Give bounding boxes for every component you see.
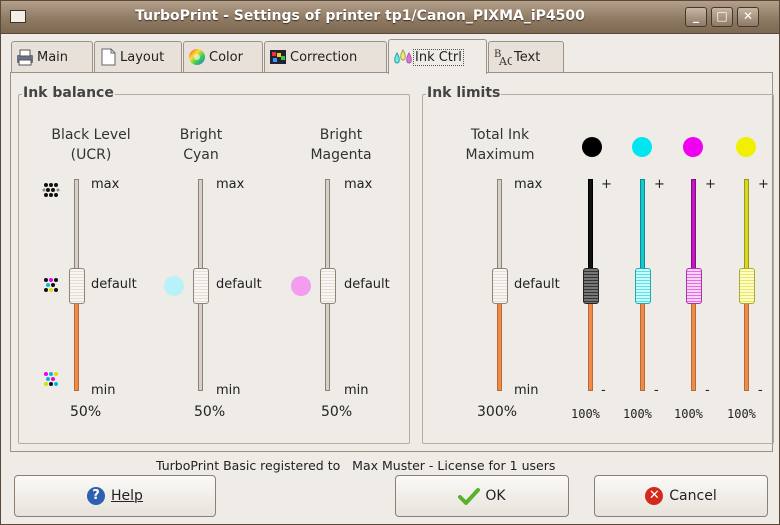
black-ink-plus: + xyxy=(601,177,612,192)
total-ink-value: 300% xyxy=(477,404,518,420)
tab-main-label: Main xyxy=(37,49,69,65)
color-wheel-icon xyxy=(187,47,207,67)
black-ink-dot-icon xyxy=(582,137,602,157)
window-menu-icon[interactable] xyxy=(10,10,26,23)
help-button[interactable]: ? Help xyxy=(14,475,216,517)
help-icon: ? xyxy=(87,487,106,505)
yellow-ink-plus: + xyxy=(758,177,769,192)
tab-color-label: Color xyxy=(209,49,243,65)
cyan-ink-value: 100% xyxy=(623,407,652,421)
black-level-min-label: min xyxy=(91,383,116,398)
cancel-button[interactable]: ✕ Cancel xyxy=(594,475,768,517)
ink-drops-icon xyxy=(392,47,412,67)
maximize-icon[interactable]: □ xyxy=(711,7,733,27)
close-icon[interactable]: ✕ xyxy=(737,7,759,27)
magenta-ink-dot-icon xyxy=(683,137,703,157)
title-bar: TurboPrint - Settings of printer tp1/Can… xyxy=(1,1,779,34)
black-ink-value: 100% xyxy=(571,407,600,421)
total-ink-header: Total Ink Maximum xyxy=(465,127,535,163)
black-level-value: 50% xyxy=(70,404,102,420)
text-icon: B AC xyxy=(492,47,515,68)
tab-ink-ctrl-label: Ink Ctrl xyxy=(413,48,464,66)
bright-magenta-knob[interactable] xyxy=(320,268,336,304)
tab-layout-label: Layout xyxy=(120,49,165,65)
bright-magenta-min-label: min xyxy=(344,383,369,398)
magenta-swatch-icon xyxy=(291,276,311,296)
tab-correction-label: Correction xyxy=(290,49,358,65)
magenta-ink-minus: - xyxy=(705,383,710,398)
yellow-ink-knob[interactable] xyxy=(739,268,755,304)
black-level-min-icon xyxy=(42,370,60,388)
cyan-ink-dot-icon xyxy=(632,137,652,157)
settings-window: TurboPrint - Settings of printer tp1/Can… xyxy=(0,0,780,525)
help-button-label: Help xyxy=(111,488,143,504)
cyan-ink-knob[interactable] xyxy=(635,268,651,304)
window-title: TurboPrint - Settings of printer tp1/Can… xyxy=(135,8,585,24)
tab-text-label: Text xyxy=(514,49,541,65)
bright-magenta-max-label: max xyxy=(344,177,373,192)
cyan-swatch-icon xyxy=(164,276,184,296)
page-icon xyxy=(98,47,118,67)
cyan-ink-minus: - xyxy=(654,383,659,398)
black-level-header: Black Level (UCR) xyxy=(51,127,131,163)
bright-cyan-default-label: default xyxy=(216,277,262,292)
bright-cyan-min-label: min xyxy=(216,383,241,398)
bright-cyan-value: 50% xyxy=(194,404,226,420)
bright-cyan-knob[interactable] xyxy=(193,268,209,304)
yellow-ink-dot-icon xyxy=(736,137,756,157)
tab-main[interactable]: Main xyxy=(11,41,93,72)
tab-ink-ctrl[interactable]: Ink Ctrl xyxy=(388,39,487,74)
tab-color[interactable]: Color xyxy=(183,41,263,72)
bright-magenta-header: Bright Magenta xyxy=(310,127,372,163)
tab-text[interactable]: B AC Text xyxy=(488,41,564,72)
ok-button-label: OK xyxy=(485,488,506,504)
bright-magenta-default-label: default xyxy=(344,277,390,292)
cancel-button-label: Cancel xyxy=(669,488,717,504)
black-ink-minus: - xyxy=(601,383,606,398)
ink-ctrl-panel: Ink balance Black Level (UCR) max defaul… xyxy=(10,72,774,452)
total-ink-min-label: min xyxy=(514,383,539,398)
yellow-ink-minus: - xyxy=(758,383,763,398)
tab-layout[interactable]: Layout xyxy=(94,41,182,72)
ink-limits-title: Ink limits xyxy=(426,85,502,101)
bright-magenta-value: 50% xyxy=(321,404,353,420)
black-ink-knob[interactable] xyxy=(583,268,599,304)
black-level-default-label: default xyxy=(91,277,137,292)
ok-button[interactable]: OK xyxy=(395,475,569,517)
total-ink-knob[interactable] xyxy=(492,268,508,304)
total-ink-default-label: default xyxy=(514,277,560,292)
correction-icon xyxy=(268,47,288,67)
minimize-icon[interactable]: _ xyxy=(685,7,707,27)
bright-cyan-max-label: max xyxy=(216,177,245,192)
black-level-knob[interactable] xyxy=(69,268,85,304)
ink-balance-title: Ink balance xyxy=(22,85,115,101)
printer-icon xyxy=(15,47,35,67)
magenta-ink-value: 100% xyxy=(674,407,703,421)
magenta-ink-plus: + xyxy=(705,177,716,192)
checkmark-icon xyxy=(458,487,481,505)
tab-correction[interactable]: Correction xyxy=(264,41,387,72)
yellow-ink-value: 100% xyxy=(727,407,756,421)
cyan-ink-plus: + xyxy=(654,177,665,192)
registration-text: TurboPrint Basic registered to Max Muste… xyxy=(156,458,556,473)
magenta-ink-knob[interactable] xyxy=(686,268,702,304)
black-level-max-label: max xyxy=(91,177,120,192)
svg-text:AC: AC xyxy=(498,55,512,67)
bright-cyan-header: Bright Cyan xyxy=(179,127,223,163)
black-level-default-icon xyxy=(42,276,60,294)
cancel-icon: ✕ xyxy=(645,487,664,505)
total-ink-max-label: max xyxy=(514,177,543,192)
black-level-max-icon xyxy=(42,181,60,199)
